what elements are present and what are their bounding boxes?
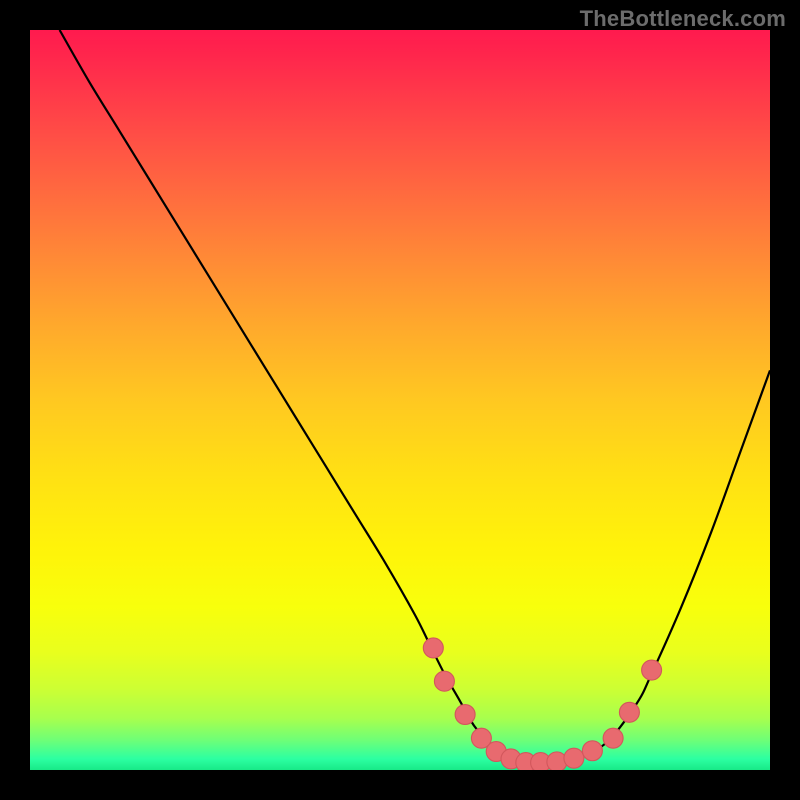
curve-marker bbox=[603, 728, 623, 748]
curve-marker bbox=[455, 705, 475, 725]
curve-marker bbox=[564, 748, 584, 768]
curve-markers bbox=[423, 638, 661, 770]
curve-marker bbox=[434, 671, 454, 691]
curve-marker bbox=[619, 702, 639, 722]
plot-area bbox=[30, 30, 770, 770]
curve-svg bbox=[30, 30, 770, 770]
curve-marker bbox=[642, 660, 662, 680]
curve-marker bbox=[423, 638, 443, 658]
curve-marker bbox=[582, 741, 602, 761]
watermark-text: TheBottleneck.com bbox=[580, 6, 786, 32]
chart-stage: TheBottleneck.com bbox=[0, 0, 800, 800]
bottleneck-curve bbox=[60, 30, 770, 763]
